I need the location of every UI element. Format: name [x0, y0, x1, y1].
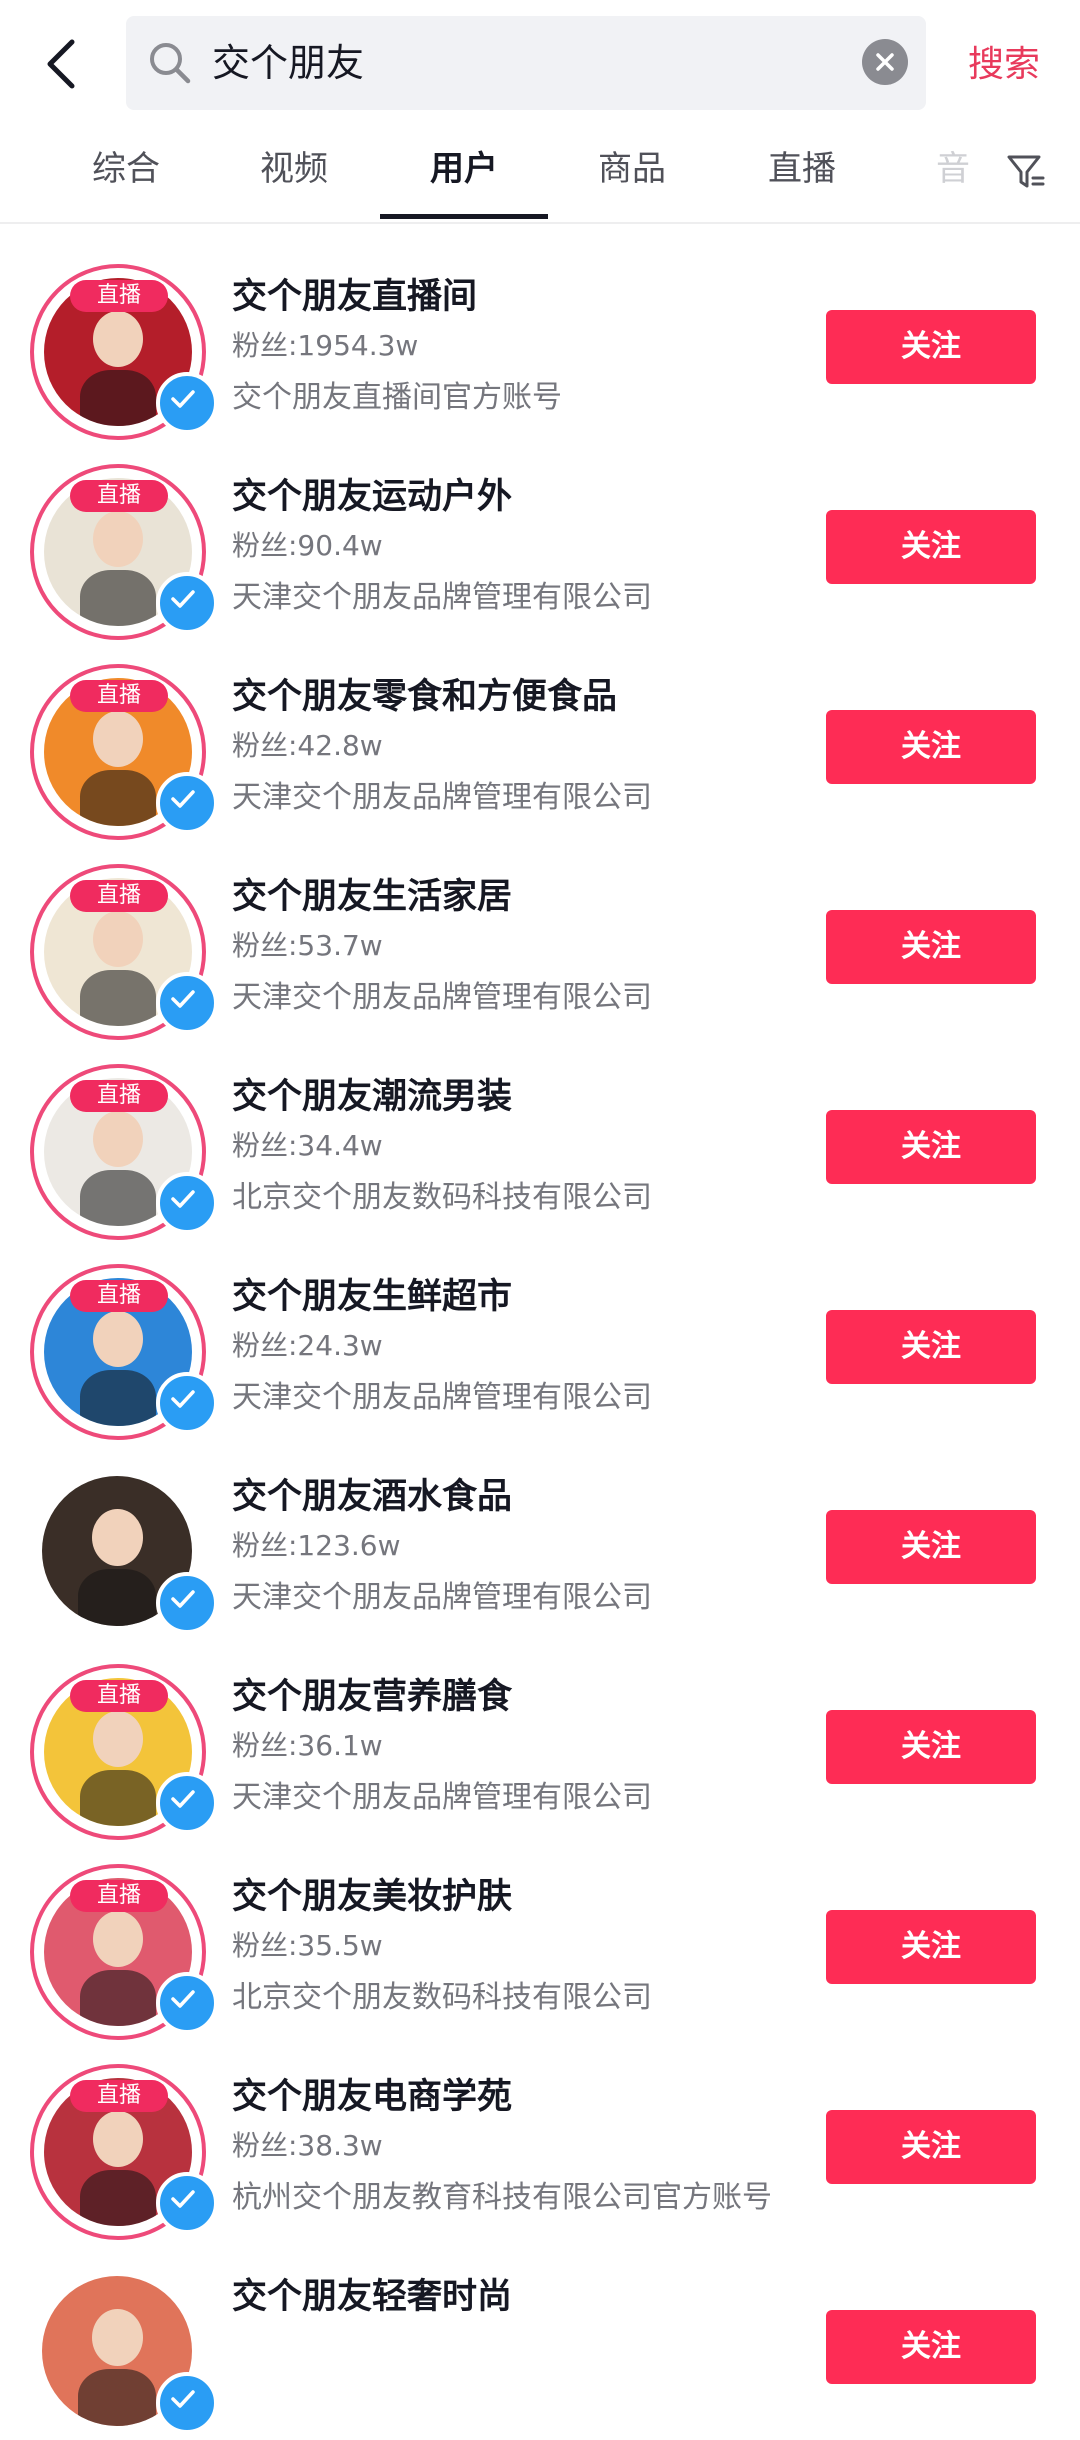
user-name[interactable]: 交个朋友潮流男装	[232, 1072, 512, 1122]
tab-video[interactable]: 视频	[224, 144, 364, 194]
user-name[interactable]: 交个朋友营养膳食	[232, 1672, 512, 1722]
user-row[interactable]: 直播 交个朋友潮流男装粉丝:34.4w 北京交个朋友数码科技有限公司 关注	[0, 1024, 1080, 1240]
follower-count: 粉丝:90.4w	[232, 529, 383, 562]
live-badge: 直播	[70, 880, 168, 912]
follow-button[interactable]: 关注	[826, 2110, 1036, 2184]
search-input[interactable]: 交个朋友	[126, 16, 926, 110]
avatar[interactable]	[30, 1464, 218, 1640]
follow-button[interactable]: 关注	[826, 1310, 1036, 1384]
user-description: 交个朋友直播间官方账号	[232, 380, 562, 415]
follower-count: 粉丝:1954.3w	[232, 329, 419, 362]
search-button[interactable]: 搜索	[968, 40, 1040, 90]
follow-button[interactable]: 关注	[826, 2310, 1036, 2384]
follow-button[interactable]: 关注	[826, 1510, 1036, 1584]
user-row[interactable]: 交个朋友轻奢时尚关注	[0, 2224, 1080, 2434]
avatar[interactable]: 直播	[30, 1864, 218, 2040]
back-arrow-icon[interactable]	[40, 36, 84, 92]
follower-count: 粉丝:34.4w	[232, 1129, 383, 1162]
user-row[interactable]: 直播 交个朋友零食和方便食品粉丝:42.8w 天津交个朋友品牌管理有限公司 关注	[0, 624, 1080, 840]
user-description: 天津交个朋友品牌管理有限公司	[232, 580, 652, 615]
follow-button[interactable]: 关注	[826, 1710, 1036, 1784]
follower-count: 粉丝:24.3w	[232, 1329, 383, 1362]
user-description: 天津交个朋友品牌管理有限公司	[232, 980, 652, 1015]
live-badge: 直播	[70, 2080, 168, 2112]
tab-bar: 综合 视频 用户 商品 直播 音	[0, 128, 1080, 224]
tab-music[interactable]: 音	[936, 144, 996, 194]
avatar[interactable]: 直播	[30, 1664, 218, 1840]
user-description: 北京交个朋友数码科技有限公司	[232, 1980, 652, 2015]
user-name[interactable]: 交个朋友生鲜超市	[232, 1272, 512, 1322]
live-badge: 直播	[70, 1280, 168, 1312]
user-row[interactable]: 直播 交个朋友直播间粉丝:1954.3w 交个朋友直播间官方账号 关注	[0, 224, 1080, 440]
user-row[interactable]: 直播 交个朋友生活家居粉丝:53.7w 天津交个朋友品牌管理有限公司 关注	[0, 824, 1080, 1040]
filter-icon[interactable]	[1006, 152, 1046, 192]
user-description: 天津交个朋友品牌管理有限公司	[232, 1580, 652, 1615]
user-row[interactable]: 直播 交个朋友生鲜超市粉丝:24.3w 天津交个朋友品牌管理有限公司 关注	[0, 1224, 1080, 1440]
live-badge: 直播	[70, 480, 168, 512]
avatar[interactable]: 直播	[30, 264, 218, 440]
live-badge: 直播	[70, 1080, 168, 1112]
live-badge: 直播	[70, 680, 168, 712]
user-description: 天津交个朋友品牌管理有限公司	[232, 780, 652, 815]
follow-button[interactable]: 关注	[826, 710, 1036, 784]
top-bar: 交个朋友 搜索	[0, 0, 1080, 128]
avatar[interactable]: 直播	[30, 664, 218, 840]
live-badge: 直播	[70, 1680, 168, 1712]
follow-button[interactable]: 关注	[826, 510, 1036, 584]
user-name[interactable]: 交个朋友直播间	[232, 272, 477, 322]
user-row[interactable]: 直播 交个朋友营养膳食粉丝:36.1w 天津交个朋友品牌管理有限公司 关注	[0, 1624, 1080, 1840]
follow-button[interactable]: 关注	[826, 310, 1036, 384]
avatar[interactable]: 直播	[30, 2064, 218, 2240]
follower-count: 粉丝:38.3w	[232, 2129, 383, 2162]
user-row[interactable]: 直播 交个朋友运动户外粉丝:90.4w 天津交个朋友品牌管理有限公司 关注	[0, 424, 1080, 640]
follower-count: 粉丝:36.1w	[232, 1729, 383, 1762]
user-name[interactable]: 交个朋友酒水食品	[232, 1472, 512, 1522]
user-name[interactable]: 交个朋友美妆护肤	[232, 1872, 512, 1922]
follower-count: 粉丝:42.8w	[232, 729, 383, 762]
follower-count: 粉丝:53.7w	[232, 929, 383, 962]
user-row[interactable]: 交个朋友酒水食品粉丝:123.6w 天津交个朋友品牌管理有限公司 关注	[0, 1424, 1080, 1634]
follow-button[interactable]: 关注	[826, 1110, 1036, 1184]
user-name[interactable]: 交个朋友零食和方便食品	[232, 672, 617, 722]
avatar[interactable]: 直播	[30, 864, 218, 1040]
tab-users[interactable]: 用户	[394, 144, 534, 194]
follow-button[interactable]: 关注	[826, 910, 1036, 984]
search-icon	[146, 39, 194, 87]
user-name[interactable]: 交个朋友生活家居	[232, 872, 512, 922]
user-description: 北京交个朋友数码科技有限公司	[232, 1180, 652, 1215]
follower-count: 粉丝:35.5w	[232, 1929, 383, 1962]
clear-icon[interactable]	[862, 39, 908, 85]
user-description: 天津交个朋友品牌管理有限公司	[232, 1380, 652, 1415]
follower-count: 粉丝:123.6w	[232, 1529, 401, 1562]
verified-check-icon	[156, 2372, 218, 2434]
user-row[interactable]: 直播 交个朋友美妆护肤粉丝:35.5w 北京交个朋友数码科技有限公司 关注	[0, 1824, 1080, 2040]
user-row[interactable]: 直播 交个朋友电商学苑粉丝:38.3w 杭州交个朋友教育科技有限公司官方账号 关注	[0, 2024, 1080, 2240]
avatar[interactable]	[30, 2264, 218, 2440]
active-tab-indicator	[380, 214, 548, 219]
tab-live[interactable]: 直播	[732, 144, 872, 194]
user-name[interactable]: 交个朋友运动户外	[232, 472, 512, 522]
follow-button[interactable]: 关注	[826, 1910, 1036, 1984]
search-query[interactable]: 交个朋友	[212, 36, 364, 90]
live-badge: 直播	[70, 1880, 168, 1912]
user-name[interactable]: 交个朋友轻奢时尚	[232, 2272, 512, 2322]
live-badge: 直播	[70, 280, 168, 312]
avatar[interactable]: 直播	[30, 464, 218, 640]
user-name[interactable]: 交个朋友电商学苑	[232, 2072, 512, 2122]
user-description: 天津交个朋友品牌管理有限公司	[232, 1780, 652, 1815]
tab-products[interactable]: 商品	[562, 144, 702, 194]
user-description: 杭州交个朋友教育科技有限公司官方账号	[232, 2180, 772, 2215]
avatar[interactable]: 直播	[30, 1064, 218, 1240]
tab-all[interactable]: 综合	[56, 144, 196, 194]
avatar[interactable]: 直播	[30, 1264, 218, 1440]
